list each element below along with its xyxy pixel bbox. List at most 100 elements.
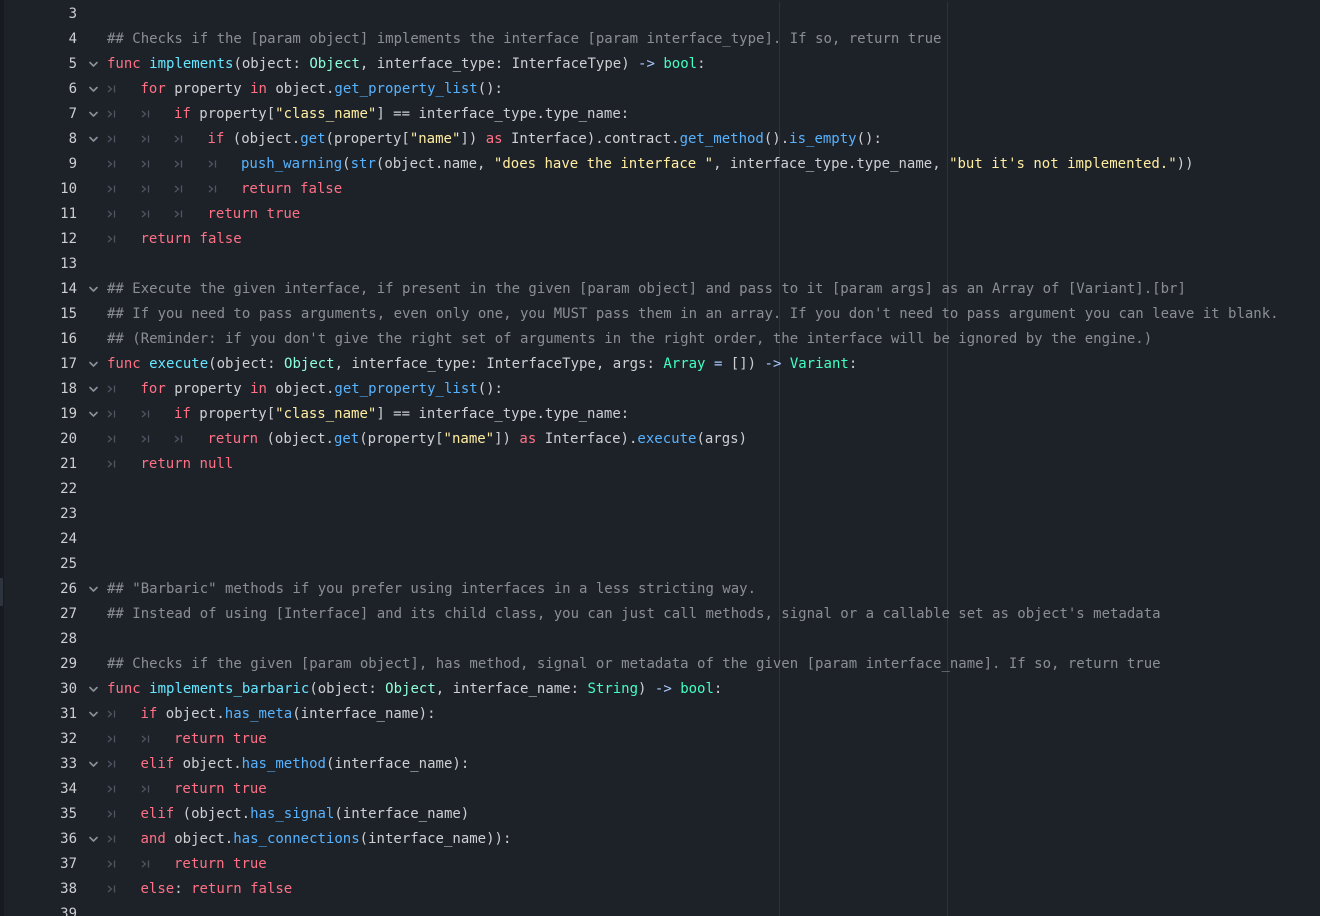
code-text: return true xyxy=(107,202,300,227)
code-line[interactable]: 27 ## Instead of using [Interface] and it… xyxy=(4,602,1320,627)
indent-tab-icon xyxy=(174,177,208,202)
code-line[interactable]: 16 ## (Reminder: if you don't give the ri… xyxy=(4,327,1320,352)
code-token: : xyxy=(848,356,858,372)
indent-tab-icon xyxy=(107,452,141,477)
code-line[interactable]: 11 return true xyxy=(4,202,1320,227)
code-token: for xyxy=(140,381,166,397)
code-line[interactable]: 38 else: return false xyxy=(4,877,1320,902)
chevron-down-icon[interactable] xyxy=(88,834,99,845)
code-line[interactable]: 10 return false xyxy=(4,177,1320,202)
line-number: 11 xyxy=(60,206,77,222)
code-line[interactable]: 35 elif (object.has_signal(interface_name… xyxy=(4,802,1320,827)
chevron-down-icon[interactable] xyxy=(88,59,99,70)
code-token: "class_name" xyxy=(275,106,377,122)
code-line[interactable]: 19 if property["class_name"] == interface… xyxy=(4,402,1320,427)
code-line[interactable]: 28 xyxy=(4,627,1320,652)
code-line[interactable]: 20 return (object.get(property["name"]) a… xyxy=(4,427,1320,452)
indent-tab-icon xyxy=(107,727,141,752)
code-token: true xyxy=(233,856,267,872)
indent-tab-icon xyxy=(141,852,175,877)
indent-tab-icon xyxy=(141,152,175,177)
code-token: execute xyxy=(149,356,209,372)
code-text: return (object.get(property["name"]) as … xyxy=(107,427,747,452)
code-token: return xyxy=(140,456,192,472)
code-token: ## If you need to pass arguments, even o… xyxy=(107,306,1279,322)
chevron-down-icon[interactable] xyxy=(88,584,99,595)
code-line[interactable]: 14 ## Execute the given interface, if pre… xyxy=(4,277,1320,302)
code-text: func implements_barbaric(object: Object,… xyxy=(107,677,722,702)
indent-tab-icon xyxy=(174,202,208,227)
code-text: ## Instead of using [Interface] and its … xyxy=(107,602,1161,627)
code-token: InterfaceType xyxy=(486,356,596,372)
code-line[interactable]: 23 xyxy=(4,502,1320,527)
line-number: 30 xyxy=(60,681,77,697)
chevron-down-icon[interactable] xyxy=(88,134,99,145)
code-token: (property[ xyxy=(359,431,444,447)
code-line[interactable]: 12 return false xyxy=(4,227,1320,252)
chevron-down-icon[interactable] xyxy=(88,384,99,395)
chevron-down-icon[interactable] xyxy=(88,284,99,295)
chevron-down-icon[interactable] xyxy=(88,759,99,770)
code-line[interactable]: 30 func implements_barbaric(object: Objec… xyxy=(4,677,1320,702)
code-line[interactable]: 18 for property in object.get_property_li… xyxy=(4,377,1320,402)
code-token: (interface_name) xyxy=(334,806,470,822)
code-line[interactable]: 32 return true xyxy=(4,727,1320,752)
indent-tab-icon xyxy=(107,177,141,202)
chevron-down-icon[interactable] xyxy=(88,409,99,420)
code-token: has_connections xyxy=(233,831,360,847)
code-text: for property in object.get_property_list… xyxy=(107,377,503,402)
code-line[interactable]: 24 xyxy=(4,527,1320,552)
code-line[interactable]: 22 xyxy=(4,477,1320,502)
code-line[interactable]: 6 for property in object.get_property_lis… xyxy=(4,77,1320,102)
code-token: (): xyxy=(477,81,503,97)
line-number: 8 xyxy=(68,131,77,147)
code-text: else: return false xyxy=(107,877,292,902)
indent-tab-icon xyxy=(107,77,141,102)
code-token: object. xyxy=(266,81,335,97)
code-line[interactable]: 33 elif object.has_method(interface_name)… xyxy=(4,752,1320,777)
chevron-down-icon[interactable] xyxy=(88,684,99,695)
line-number: 26 xyxy=(60,581,77,597)
code-line[interactable]: 3 xyxy=(4,2,1320,27)
code-line[interactable]: 25 xyxy=(4,552,1320,577)
code-line[interactable]: 34 return true xyxy=(4,777,1320,802)
code-text: if object.has_meta(interface_name): xyxy=(107,702,436,727)
chevron-down-icon[interactable] xyxy=(88,109,99,120)
code-line[interactable]: 21 return null xyxy=(4,452,1320,477)
chevron-down-icon[interactable] xyxy=(88,709,99,720)
code-line[interactable]: 15 ## If you need to pass arguments, even… xyxy=(4,302,1320,327)
indent-tab-icon xyxy=(174,127,208,152)
code-line[interactable]: 36 and object.has_connections(interface_n… xyxy=(4,827,1320,852)
code-token: bool xyxy=(680,681,714,697)
code-line[interactable]: 31 if object.has_meta(interface_name): xyxy=(4,702,1320,727)
code-token: (property[ xyxy=(325,131,410,147)
line-number: 12 xyxy=(60,231,77,247)
code-text: ## Execute the given interface, if prese… xyxy=(107,277,1186,302)
code-line[interactable]: 9 push_warning(str(object.name, "does hav… xyxy=(4,152,1320,177)
code-line[interactable]: 37 return true xyxy=(4,852,1320,877)
code-token: for xyxy=(140,81,166,97)
indent-tab-icon xyxy=(208,177,242,202)
code-text: ## Checks if the [param object] implemen… xyxy=(107,27,941,52)
chevron-down-icon[interactable] xyxy=(88,359,99,370)
line-number: 14 xyxy=(60,281,77,297)
code-text: return true xyxy=(107,727,267,752)
code-line[interactable]: 13 xyxy=(4,252,1320,277)
code-text: return true xyxy=(107,777,267,802)
code-editor[interactable]: 3 4 ## Checks if the [param object] implem… xyxy=(4,2,1320,916)
code-token: false xyxy=(199,231,242,247)
code-text: return null xyxy=(107,452,233,477)
indent-tab-icon xyxy=(141,402,175,427)
code-line[interactable]: 17 func execute(object: Object, interface… xyxy=(4,352,1320,377)
code-line[interactable]: 26 ## "Barbaric" methods if you prefer us… xyxy=(4,577,1320,602)
code-token: ## Execute the given interface, if prese… xyxy=(107,281,1186,297)
code-line[interactable]: 8 if (object.get(property["name"]) as Int… xyxy=(4,127,1320,152)
code-line[interactable]: 4 ## Checks if the [param object] impleme… xyxy=(4,27,1320,52)
line-number: 25 xyxy=(60,556,77,572)
chevron-down-icon[interactable] xyxy=(88,84,99,95)
code-line[interactable]: 5 func implements(object: Object, interfa… xyxy=(4,52,1320,77)
code-line[interactable]: 39 xyxy=(4,902,1320,916)
code-line[interactable]: 7 if property["class_name"] == interface_… xyxy=(4,102,1320,127)
code-line[interactable]: 29 ## Checks if the given [param object],… xyxy=(4,652,1320,677)
